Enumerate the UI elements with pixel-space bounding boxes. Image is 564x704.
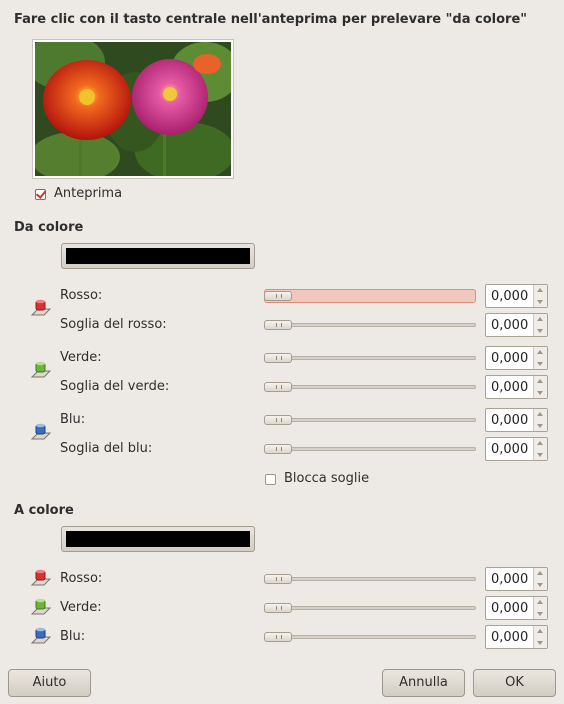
to-green-slider-handle[interactable] xyxy=(264,603,292,613)
to-green-spin[interactable]: 0,000 xyxy=(485,596,548,620)
from-blue-label: Blu: xyxy=(60,412,86,427)
from-green-value[interactable]: 0,000 xyxy=(491,351,528,366)
from-blue-threshold-value[interactable]: 0,000 xyxy=(491,442,528,457)
from-green-threshold-label: Soglia del verde: xyxy=(60,379,170,394)
from-green-threshold-spin-buttons[interactable] xyxy=(533,376,547,398)
from-green-threshold-value[interactable]: 0,000 xyxy=(491,380,528,395)
from-blue-threshold-handle[interactable] xyxy=(264,444,292,454)
from-red-threshold-slider[interactable] xyxy=(264,323,476,327)
flowers-preview xyxy=(35,42,231,176)
to-color-title: A colore xyxy=(14,503,74,518)
from-blue-threshold-spin[interactable]: 0,000 xyxy=(485,437,548,461)
from-green-slider-handle[interactable] xyxy=(264,353,292,363)
from-green-threshold-slider[interactable] xyxy=(264,385,476,389)
from-blue-threshold-label: Soglia del blu: xyxy=(60,441,153,456)
from-green-threshold-spin[interactable]: 0,000 xyxy=(485,375,548,399)
lock-thresholds-checkbox[interactable] xyxy=(265,474,276,485)
red-chain-icon[interactable] xyxy=(30,297,52,319)
to-blue-value[interactable]: 0,000 xyxy=(491,630,528,645)
from-green-spin[interactable]: 0,000 xyxy=(485,346,548,370)
from-color-swatch xyxy=(66,248,250,264)
to-green-value[interactable]: 0,000 xyxy=(491,601,528,616)
from-color-title: Da colore xyxy=(14,220,84,235)
ok-button[interactable]: OK xyxy=(473,669,556,697)
from-blue-value[interactable]: 0,000 xyxy=(491,413,528,428)
from-blue-threshold-slider[interactable] xyxy=(264,447,476,451)
to-red-value[interactable]: 0,000 xyxy=(491,572,528,587)
from-blue-threshold-spin-buttons[interactable] xyxy=(533,438,547,460)
preview-image[interactable] xyxy=(32,39,234,179)
from-red-threshold-value[interactable]: 0,000 xyxy=(491,318,528,333)
from-red-value[interactable]: 0,000 xyxy=(491,289,528,304)
cancel-button[interactable]: Annulla xyxy=(382,669,465,697)
red-chain-icon[interactable] xyxy=(30,567,52,589)
to-blue-spin-buttons[interactable] xyxy=(533,626,547,648)
help-button[interactable]: Aiuto xyxy=(8,669,91,697)
from-red-slider[interactable] xyxy=(264,289,476,303)
to-green-spin-buttons[interactable] xyxy=(533,597,547,619)
to-color-button[interactable] xyxy=(61,526,255,552)
preview-checkbox-label: Anteprima xyxy=(54,186,123,201)
from-green-threshold-handle[interactable] xyxy=(264,382,292,392)
blue-chain-icon[interactable] xyxy=(30,421,52,443)
from-blue-spin[interactable]: 0,000 xyxy=(485,408,548,432)
dialog-instruction: Fare clic con il tasto centrale nell'ant… xyxy=(14,12,528,27)
from-red-threshold-spin[interactable]: 0,000 xyxy=(485,313,548,337)
to-green-slider[interactable] xyxy=(264,606,476,610)
to-red-label: Rosso: xyxy=(60,571,103,586)
from-red-threshold-spin-buttons[interactable] xyxy=(533,314,547,336)
from-red-label: Rosso: xyxy=(60,288,103,303)
to-color-swatch xyxy=(66,531,250,547)
to-red-spin-buttons[interactable] xyxy=(533,568,547,590)
to-blue-label: Blu: xyxy=(60,629,86,644)
green-chain-icon[interactable] xyxy=(30,596,52,618)
from-blue-spin-buttons[interactable] xyxy=(533,409,547,431)
preview-checkbox[interactable] xyxy=(35,189,46,200)
to-red-spin[interactable]: 0,000 xyxy=(485,567,548,591)
from-red-spin-buttons[interactable] xyxy=(533,285,547,307)
to-red-slider-handle[interactable] xyxy=(264,574,292,584)
from-red-slider-handle[interactable] xyxy=(264,291,292,301)
lock-thresholds-label: Blocca soglie xyxy=(284,471,370,486)
to-blue-slider[interactable] xyxy=(264,635,476,639)
from-red-spin[interactable]: 0,000 xyxy=(485,284,548,308)
to-red-slider[interactable] xyxy=(264,577,476,581)
blue-chain-icon[interactable] xyxy=(30,625,52,647)
to-blue-slider-handle[interactable] xyxy=(264,632,292,642)
from-blue-slider[interactable] xyxy=(264,418,476,422)
from-red-threshold-label: Soglia del rosso: xyxy=(60,317,167,332)
from-green-label: Verde: xyxy=(60,350,102,365)
from-green-spin-buttons[interactable] xyxy=(533,347,547,369)
to-green-label: Verde: xyxy=(60,600,102,615)
green-chain-icon[interactable] xyxy=(30,359,52,381)
to-blue-spin[interactable]: 0,000 xyxy=(485,625,548,649)
from-blue-slider-handle[interactable] xyxy=(264,415,292,425)
from-red-threshold-handle[interactable] xyxy=(264,320,292,330)
from-green-slider[interactable] xyxy=(264,356,476,360)
from-color-button[interactable] xyxy=(61,243,255,269)
